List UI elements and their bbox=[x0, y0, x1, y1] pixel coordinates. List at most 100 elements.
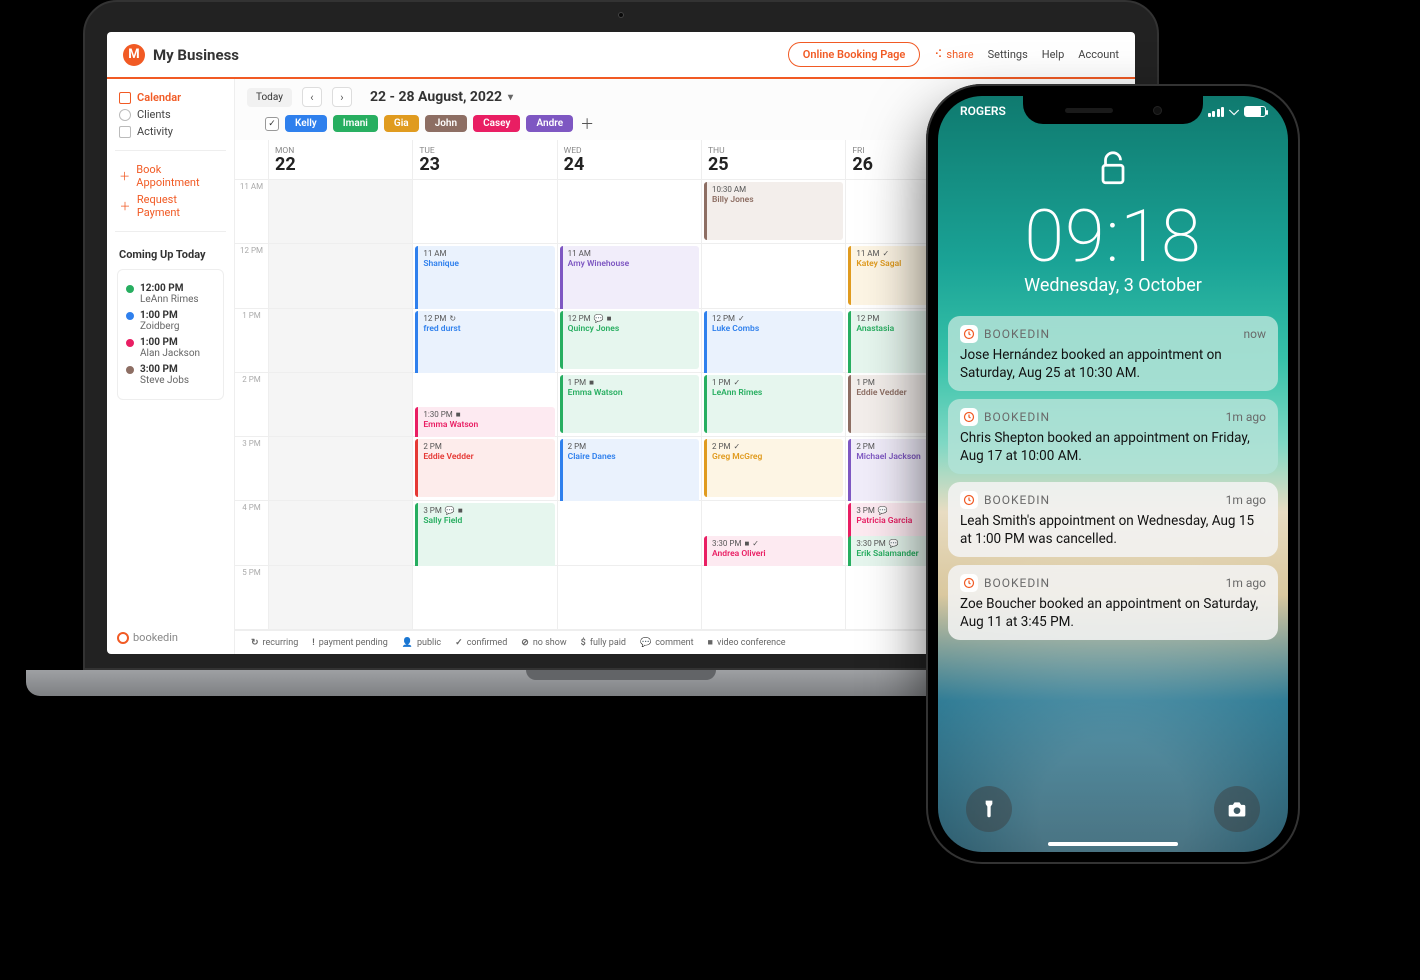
notif-app-name: BOOKEDIN bbox=[984, 410, 1050, 424]
prev-week-button[interactable]: ‹ bbox=[302, 87, 322, 107]
upcoming-item[interactable]: 1:00 PMAlan Jackson bbox=[126, 337, 215, 359]
event-status-icon: ■ bbox=[744, 539, 749, 549]
notif-time: 1m ago bbox=[1226, 410, 1266, 424]
staff-chip-gia[interactable]: Gia bbox=[384, 115, 419, 132]
time-slot[interactable] bbox=[269, 180, 413, 244]
event-status-icon: 💬 bbox=[878, 506, 888, 516]
time-slot[interactable]: 3 PM 💬 ■Sally Field bbox=[413, 501, 557, 565]
next-week-button[interactable]: › bbox=[332, 87, 352, 107]
time-slot[interactable] bbox=[269, 244, 413, 308]
online-booking-button[interactable]: Online Booking Page bbox=[788, 42, 921, 67]
day-header: THU25 bbox=[702, 140, 846, 180]
notif-time: now bbox=[1244, 327, 1267, 341]
brand-logo: M bbox=[123, 44, 145, 66]
time-slot[interactable]: 2 PM ✓Greg McGreg bbox=[702, 437, 846, 501]
staff-chip-casey[interactable]: Casey bbox=[473, 115, 520, 132]
date-range[interactable]: 22 - 28 August, 2022 ▾ bbox=[370, 89, 513, 105]
calendar-event[interactable]: 2 PM Eddie Vedder bbox=[415, 439, 554, 497]
calendar-event[interactable]: 10:30 AM Billy Jones bbox=[704, 182, 843, 240]
day-header: MON22 bbox=[269, 140, 413, 180]
event-status-icon: ✓ bbox=[738, 314, 745, 324]
time-slot[interactable]: 2 PM Claire Danes bbox=[558, 437, 702, 501]
flashlight-button[interactable] bbox=[966, 786, 1012, 832]
upcoming-item[interactable]: 3:00 PMSteve Jobs bbox=[126, 364, 215, 386]
share-link[interactable]: ⠪ share bbox=[934, 48, 973, 61]
brand-footer: bookedin bbox=[117, 631, 224, 644]
notification[interactable]: BOOKEDIN 1m ago Chris Shepton booked an … bbox=[948, 399, 1278, 474]
notification[interactable]: BOOKEDIN 1m ago Leah Smith's appointment… bbox=[948, 482, 1278, 557]
event-status-icon: 💬 bbox=[889, 539, 899, 549]
notif-app-icon bbox=[960, 491, 978, 509]
notification[interactable]: BOOKEDIN 1m ago Zoe Boucher booked an ap… bbox=[948, 565, 1278, 640]
time-slot[interactable] bbox=[702, 244, 846, 308]
time-slot[interactable] bbox=[269, 501, 413, 565]
time-slot[interactable]: 3:30 PM ■ ✓Andrea Oliveri bbox=[702, 501, 846, 565]
event-status-icon: ■ bbox=[458, 506, 463, 516]
upcoming-item[interactable]: 12:00 PMLeAnn Rimes bbox=[126, 283, 215, 305]
calendar-event[interactable]: 12 PM 💬 ■Quincy Jones bbox=[560, 311, 699, 369]
time-slot[interactable]: 12 PM ↻fred durst bbox=[413, 309, 557, 373]
upcoming-item[interactable]: 1:00 PMZoidberg bbox=[126, 310, 215, 332]
event-status-icon: ■ bbox=[456, 410, 461, 420]
sidebar-action-book-appointment[interactable]: ＋Book Appointment bbox=[117, 161, 224, 191]
sidebar-action-request-payment[interactable]: ＋Request Payment bbox=[117, 191, 224, 221]
time-slot[interactable]: 2 PM Eddie Vedder bbox=[413, 437, 557, 501]
staff-all-checkbox[interactable]: ✓ bbox=[265, 117, 279, 131]
time-slot[interactable] bbox=[269, 437, 413, 501]
time-slot[interactable] bbox=[413, 180, 557, 244]
legend-item: ↻ recurring bbox=[251, 638, 298, 648]
calendar-event[interactable]: 2 PM ✓Greg McGreg bbox=[704, 439, 843, 497]
calendar-event[interactable]: 1 PM ■Emma Watson bbox=[560, 375, 699, 433]
notif-app-name: BOOKEDIN bbox=[984, 576, 1050, 590]
day-header: TUE23 bbox=[413, 140, 557, 180]
event-status-icon: ✓ bbox=[883, 249, 890, 259]
plus-icon: ＋ bbox=[119, 198, 131, 214]
legend-item: 👤 public bbox=[402, 638, 441, 648]
time-slot[interactable]: 1:30 PM ■Emma Watson bbox=[413, 373, 557, 437]
time-slot[interactable]: 12 PM 💬 ■Quincy Jones bbox=[558, 309, 702, 373]
sidebar-item-calendar[interactable]: Calendar bbox=[117, 89, 224, 106]
time-slot[interactable]: 1 PM ■Emma Watson bbox=[558, 373, 702, 437]
home-indicator[interactable] bbox=[1048, 842, 1178, 847]
staff-chip-andre[interactable]: Andre bbox=[526, 115, 573, 132]
event-status-icon: 💬 bbox=[594, 314, 604, 324]
lockscreen-date: Wednesday, 3 October bbox=[938, 275, 1288, 296]
sidebar-item-activity[interactable]: Activity bbox=[117, 123, 224, 140]
calendar-event[interactable]: 1 PM ✓LeAnn Rimes bbox=[704, 375, 843, 433]
app-header: M My Business Online Booking Page ⠪ shar… bbox=[107, 32, 1135, 79]
time-slot[interactable]: 10:30 AM Billy Jones bbox=[702, 180, 846, 244]
camera-button[interactable] bbox=[1214, 786, 1260, 832]
lockscreen-time: 09:18 bbox=[938, 194, 1288, 279]
notif-app-name: BOOKEDIN bbox=[984, 493, 1050, 507]
time-slot[interactable]: 11 AM Amy Winehouse bbox=[558, 244, 702, 308]
legend-item: ⊘ no show bbox=[521, 638, 566, 648]
sidebar-item-clients[interactable]: Clients bbox=[117, 106, 224, 123]
time-slot[interactable] bbox=[269, 373, 413, 437]
bookedin-icon bbox=[117, 632, 129, 644]
time-slot[interactable] bbox=[413, 566, 557, 630]
time-slot[interactable] bbox=[269, 309, 413, 373]
wifi-icon: ⌵ bbox=[1229, 104, 1239, 119]
nav-help[interactable]: Help bbox=[1042, 48, 1065, 61]
time-slot[interactable] bbox=[269, 566, 413, 630]
notification[interactable]: BOOKEDIN now Jose Hernández booked an ap… bbox=[948, 316, 1278, 391]
time-slot[interactable]: 12 PM ✓Luke Combs bbox=[702, 309, 846, 373]
time-slot[interactable] bbox=[558, 180, 702, 244]
nav-settings[interactable]: Settings bbox=[988, 48, 1028, 61]
add-staff-button[interactable]: ＋ bbox=[579, 116, 595, 132]
time-slot[interactable] bbox=[558, 501, 702, 565]
signal-icon bbox=[1208, 107, 1225, 117]
sidebar-icon bbox=[119, 126, 131, 138]
staff-chip-john[interactable]: John bbox=[425, 115, 467, 132]
time-slot[interactable] bbox=[702, 566, 846, 630]
laptop-camera bbox=[618, 12, 624, 18]
staff-chip-kelly[interactable]: Kelly bbox=[285, 115, 327, 132]
time-slot[interactable] bbox=[558, 566, 702, 630]
time-slot[interactable]: 1 PM ✓LeAnn Rimes bbox=[702, 373, 846, 437]
today-button[interactable]: Today bbox=[247, 88, 292, 107]
staff-chip-imani[interactable]: Imani bbox=[333, 115, 378, 132]
nav-account[interactable]: Account bbox=[1078, 48, 1119, 61]
phone-mockup: ROGERS ⌵ 09:18 Wednesday, 3 October BOOK… bbox=[926, 84, 1300, 864]
app-title: My Business bbox=[153, 46, 239, 64]
time-slot[interactable]: 11 AM Shanique bbox=[413, 244, 557, 308]
